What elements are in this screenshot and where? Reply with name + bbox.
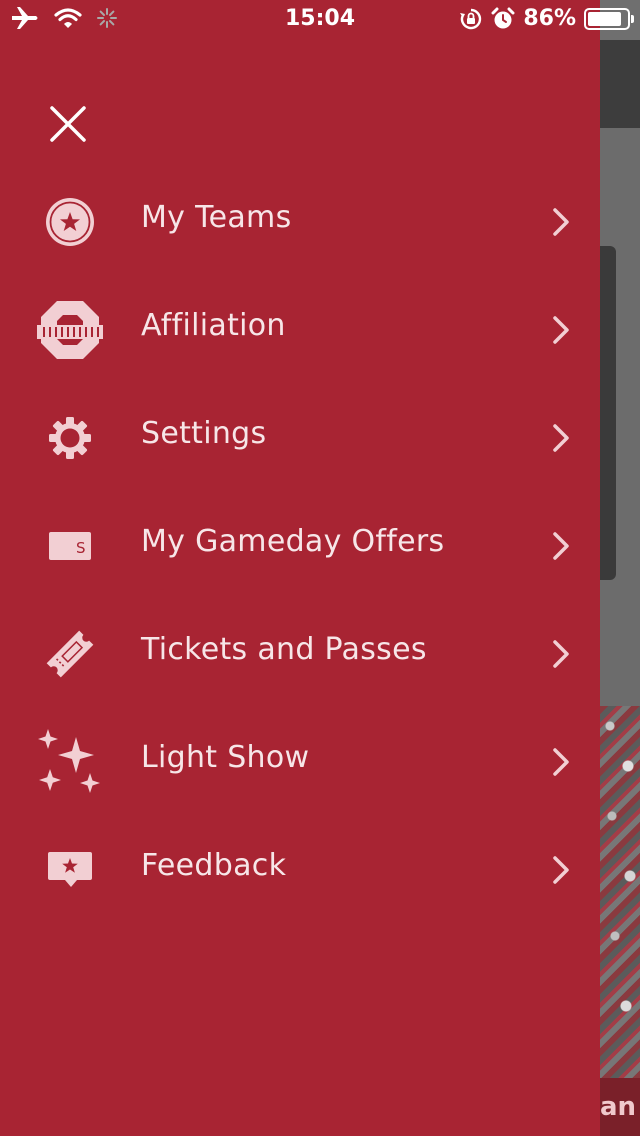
battery-percent: 86% (523, 6, 576, 31)
menu-item-light-show[interactable]: Light Show (0, 714, 600, 810)
menu-item-my-teams[interactable]: My Teams (0, 174, 600, 270)
rotation-lock-icon (459, 7, 483, 31)
menu-item-label: Settings (141, 416, 267, 451)
side-drawer: My Teams Affiliation Settings S My Gamed… (0, 0, 600, 1136)
background-card (600, 246, 616, 580)
menu-item-my-gameday-offers[interactable]: S My Gameday Offers (0, 498, 600, 594)
sparkles-icon (36, 729, 104, 793)
status-bar: 15:04 86% (0, 0, 640, 40)
dollar-bill-icon: S (36, 516, 104, 576)
chevron-right-icon (550, 638, 574, 670)
menu-item-label: Light Show (141, 740, 310, 775)
menu-item-settings[interactable]: Settings (0, 390, 600, 486)
menu-item-label: Tickets and Passes (141, 632, 427, 667)
background-top-bar (600, 40, 640, 128)
chevron-right-icon (550, 854, 574, 886)
menu-item-label: Affiliation (141, 308, 286, 343)
background-banner: an C (600, 1078, 640, 1136)
chevron-right-icon (550, 314, 574, 346)
battery-fill (588, 11, 621, 26)
alarm-icon (491, 7, 515, 31)
menu-item-affiliation[interactable]: Affiliation (0, 282, 600, 378)
chevron-right-icon (550, 530, 574, 562)
ticket-icon (36, 624, 104, 684)
chevron-right-icon (550, 206, 574, 238)
chevron-right-icon (550, 746, 574, 778)
gear-icon (36, 408, 104, 468)
svg-text:S: S (76, 539, 86, 557)
battery-icon (584, 7, 634, 30)
feedback-bubble-icon (36, 840, 104, 900)
menu-item-tickets-and-passes[interactable]: Tickets and Passes (0, 606, 600, 702)
menu-item-label: My Teams (141, 200, 292, 235)
menu-item-feedback[interactable]: Feedback (0, 822, 600, 918)
close-button[interactable] (44, 100, 92, 148)
close-icon (50, 106, 86, 142)
background-crowd-photo (600, 706, 640, 1078)
background-banner-text: an C (600, 1092, 640, 1122)
star-badge-icon (36, 192, 104, 252)
menu-item-label: Feedback (141, 848, 287, 883)
chevron-right-icon (550, 422, 574, 454)
menu-item-label: My Gameday Offers (141, 524, 445, 559)
block-o-logo-icon (36, 300, 104, 360)
